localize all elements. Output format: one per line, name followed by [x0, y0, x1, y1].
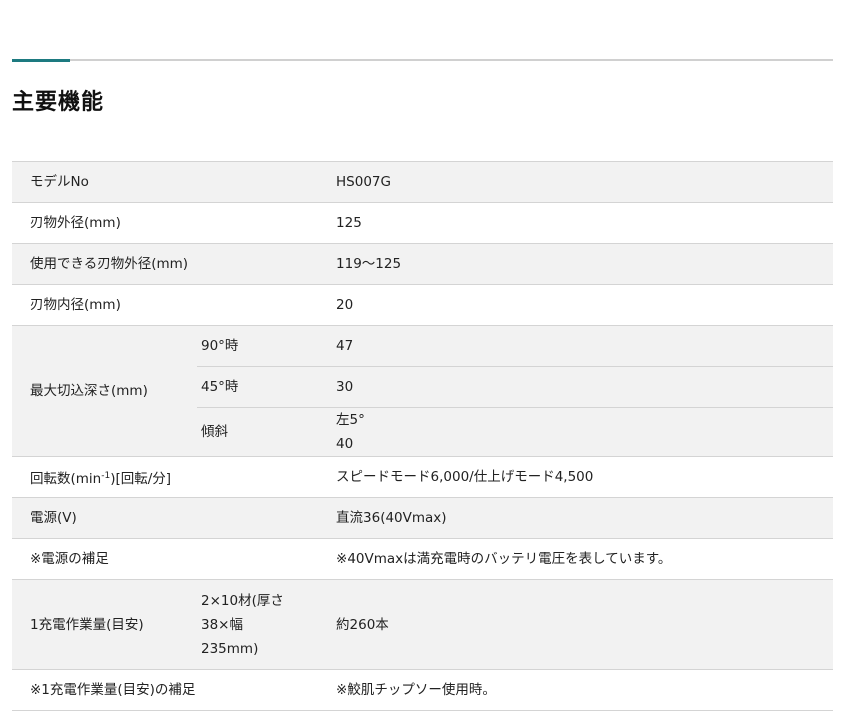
spec-label: 1充電作業量(目安) — [12, 579, 197, 670]
spec-value: 約260本 — [332, 579, 834, 670]
spec-row-blade-outer: 刃物外径(mm) 125 — [12, 202, 834, 244]
spec-label: 最大切込深さ(mm) — [12, 325, 197, 457]
spec-sublabel: 45°時 — [197, 366, 333, 408]
spec-value: 125 — [332, 202, 834, 244]
section-divider-accent — [12, 59, 70, 62]
spec-row-work-per-charge: 1充電作業量(目安) 2×10材(厚さ 38×幅 235mm) 約260本 — [12, 579, 834, 670]
spec-value: HS007G — [332, 161, 834, 203]
spec-value: 左5° 40 — [332, 407, 834, 457]
spec-label: 回転数(min-1)[回転/分] — [12, 456, 333, 498]
spec-row-power: 電源(V) 直流36(40Vmax) — [12, 497, 834, 539]
spec-value: 30 — [332, 366, 834, 408]
spec-sublabel-line: 38×幅 — [201, 616, 243, 633]
spec-value: スピードモード6,000/仕上げモード4,500 — [332, 456, 834, 498]
spec-label: 使用できる刃物外径(mm) — [12, 243, 333, 285]
spec-label: ※電源の補足 — [12, 538, 333, 580]
spec-label: モデルNo — [12, 161, 333, 203]
spec-row-usable-blade-outer: 使用できる刃物外径(mm) 119～125 — [12, 243, 834, 285]
spec-row-model: モデルNo HS007G — [12, 161, 834, 203]
spec-value: 119～125 — [332, 243, 834, 285]
spec-table: モデルNo HS007G 刃物外径(mm) 125 使用できる刃物外径(mm) … — [12, 161, 834, 711]
spec-sublabel: 90°時 — [197, 325, 333, 367]
spec-row-work-note: ※1充電作業量(目安)の補足 ※鮫肌チップソー使用時。 — [12, 669, 834, 711]
spec-sublabel: 2×10材(厚さ 38×幅 235mm) — [197, 579, 333, 670]
spec-value: 直流36(40Vmax) — [332, 497, 834, 539]
spec-label-superscript: -1 — [101, 470, 111, 481]
section-divider — [12, 59, 833, 61]
spec-sublabel-line: 2×10材(厚さ — [201, 592, 284, 609]
spec-label: 刃物内径(mm) — [12, 284, 333, 326]
spec-label: 電源(V) — [12, 497, 333, 539]
spec-row-cut-depth-90: 最大切込深さ(mm) 90°時 47 — [12, 325, 834, 457]
spec-label: ※1充電作業量(目安)の補足 — [12, 669, 333, 711]
spec-row-blade-inner: 刃物内径(mm) 20 — [12, 284, 834, 326]
section-title: 主要機能 — [12, 90, 105, 115]
spec-value-line: 40 — [336, 436, 354, 452]
spec-value: ※鮫肌チップソー使用時。 — [332, 669, 834, 711]
spec-sublabel: 傾斜 — [197, 407, 333, 457]
spec-row-power-note: ※電源の補足 ※40Vmaxは満充電時のバッテリ電圧を表しています。 — [12, 538, 834, 580]
spec-label-prefix: 回転数(min — [30, 470, 102, 487]
spec-row-rpm: 回転数(min-1)[回転/分] スピードモード6,000/仕上げモード4,50… — [12, 456, 834, 498]
spec-value: 20 — [332, 284, 834, 326]
spec-label-suffix: )[回転/分] — [110, 470, 172, 487]
spec-value: ※40Vmaxは満充電時のバッテリ電圧を表しています。 — [332, 538, 834, 580]
spec-value-line: 左5° — [336, 412, 365, 428]
spec-value: 47 — [332, 325, 834, 367]
spec-label: 刃物外径(mm) — [12, 202, 333, 244]
spec-sublabel-line: 235mm) — [201, 640, 259, 657]
